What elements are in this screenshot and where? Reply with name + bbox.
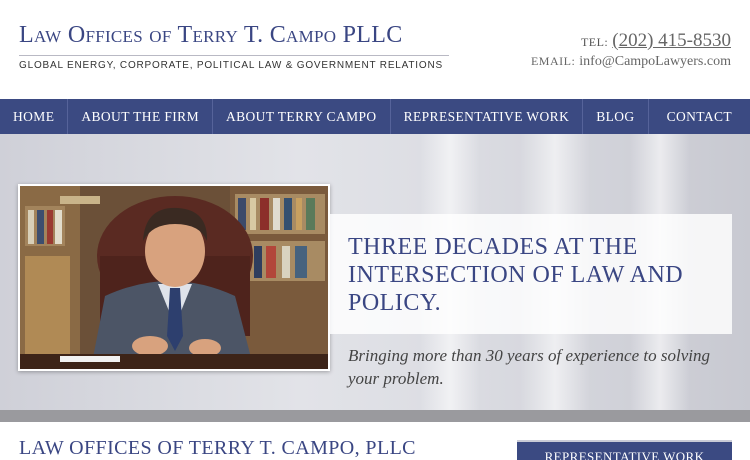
attorney-photo <box>18 184 330 371</box>
firm-section-heading: LAW OFFICES OF TERRY T. CAMPO, PLLC <box>19 437 416 459</box>
email-label: EMAIL: <box>530 54 576 68</box>
representative-work-button[interactable]: REPRESENTATIVE WORK <box>517 440 732 460</box>
attorney-photo-image <box>20 186 328 369</box>
nav-about-firm[interactable]: ABOUT THE FIRM <box>68 99 213 134</box>
nav-blog[interactable]: BLOG <box>583 99 649 134</box>
hero-divider <box>0 410 750 422</box>
email-link[interactable]: info@CampoLawyers.com <box>579 54 731 69</box>
nav-contact[interactable]: CONTACT <box>649 99 750 134</box>
firm-logo-title[interactable]: Law Offices of Terry T. Campo PLLC <box>19 22 403 49</box>
main-nav: HOME ABOUT THE FIRM ABOUT TERRY CAMPO RE… <box>0 99 750 134</box>
firm-tagline: GLOBAL ENERGY, CORPORATE, POLITICAL LAW … <box>19 60 443 71</box>
email-row: EMAIL: info@CampoLawyers.com <box>531 54 731 70</box>
hero-heading: THREE DECADES AT THE INTERSECTION OF LAW… <box>348 234 684 316</box>
header-contact: TEL: (202) 415-8530 EMAIL: info@CampoLawye… <box>531 30 731 70</box>
nav-representative-work[interactable]: REPRESENTATIVE WORK <box>391 99 584 134</box>
nav-home[interactable]: HOME <box>0 99 69 134</box>
nav-about-terry-campo[interactable]: ABOUT TERRY CAMPO <box>213 99 391 134</box>
hero-subheading: Bringing more than 30 years of experienc… <box>348 346 710 388</box>
phone-row: TEL: (202) 415-8530 <box>531 30 731 52</box>
logo-divider <box>19 55 449 56</box>
site-header: Law Offices of Terry T. Campo PLLC GLOBA… <box>0 0 750 99</box>
phone-link[interactable]: (202) 415-8530 <box>612 30 731 51</box>
phone-label: TEL: <box>580 35 609 49</box>
